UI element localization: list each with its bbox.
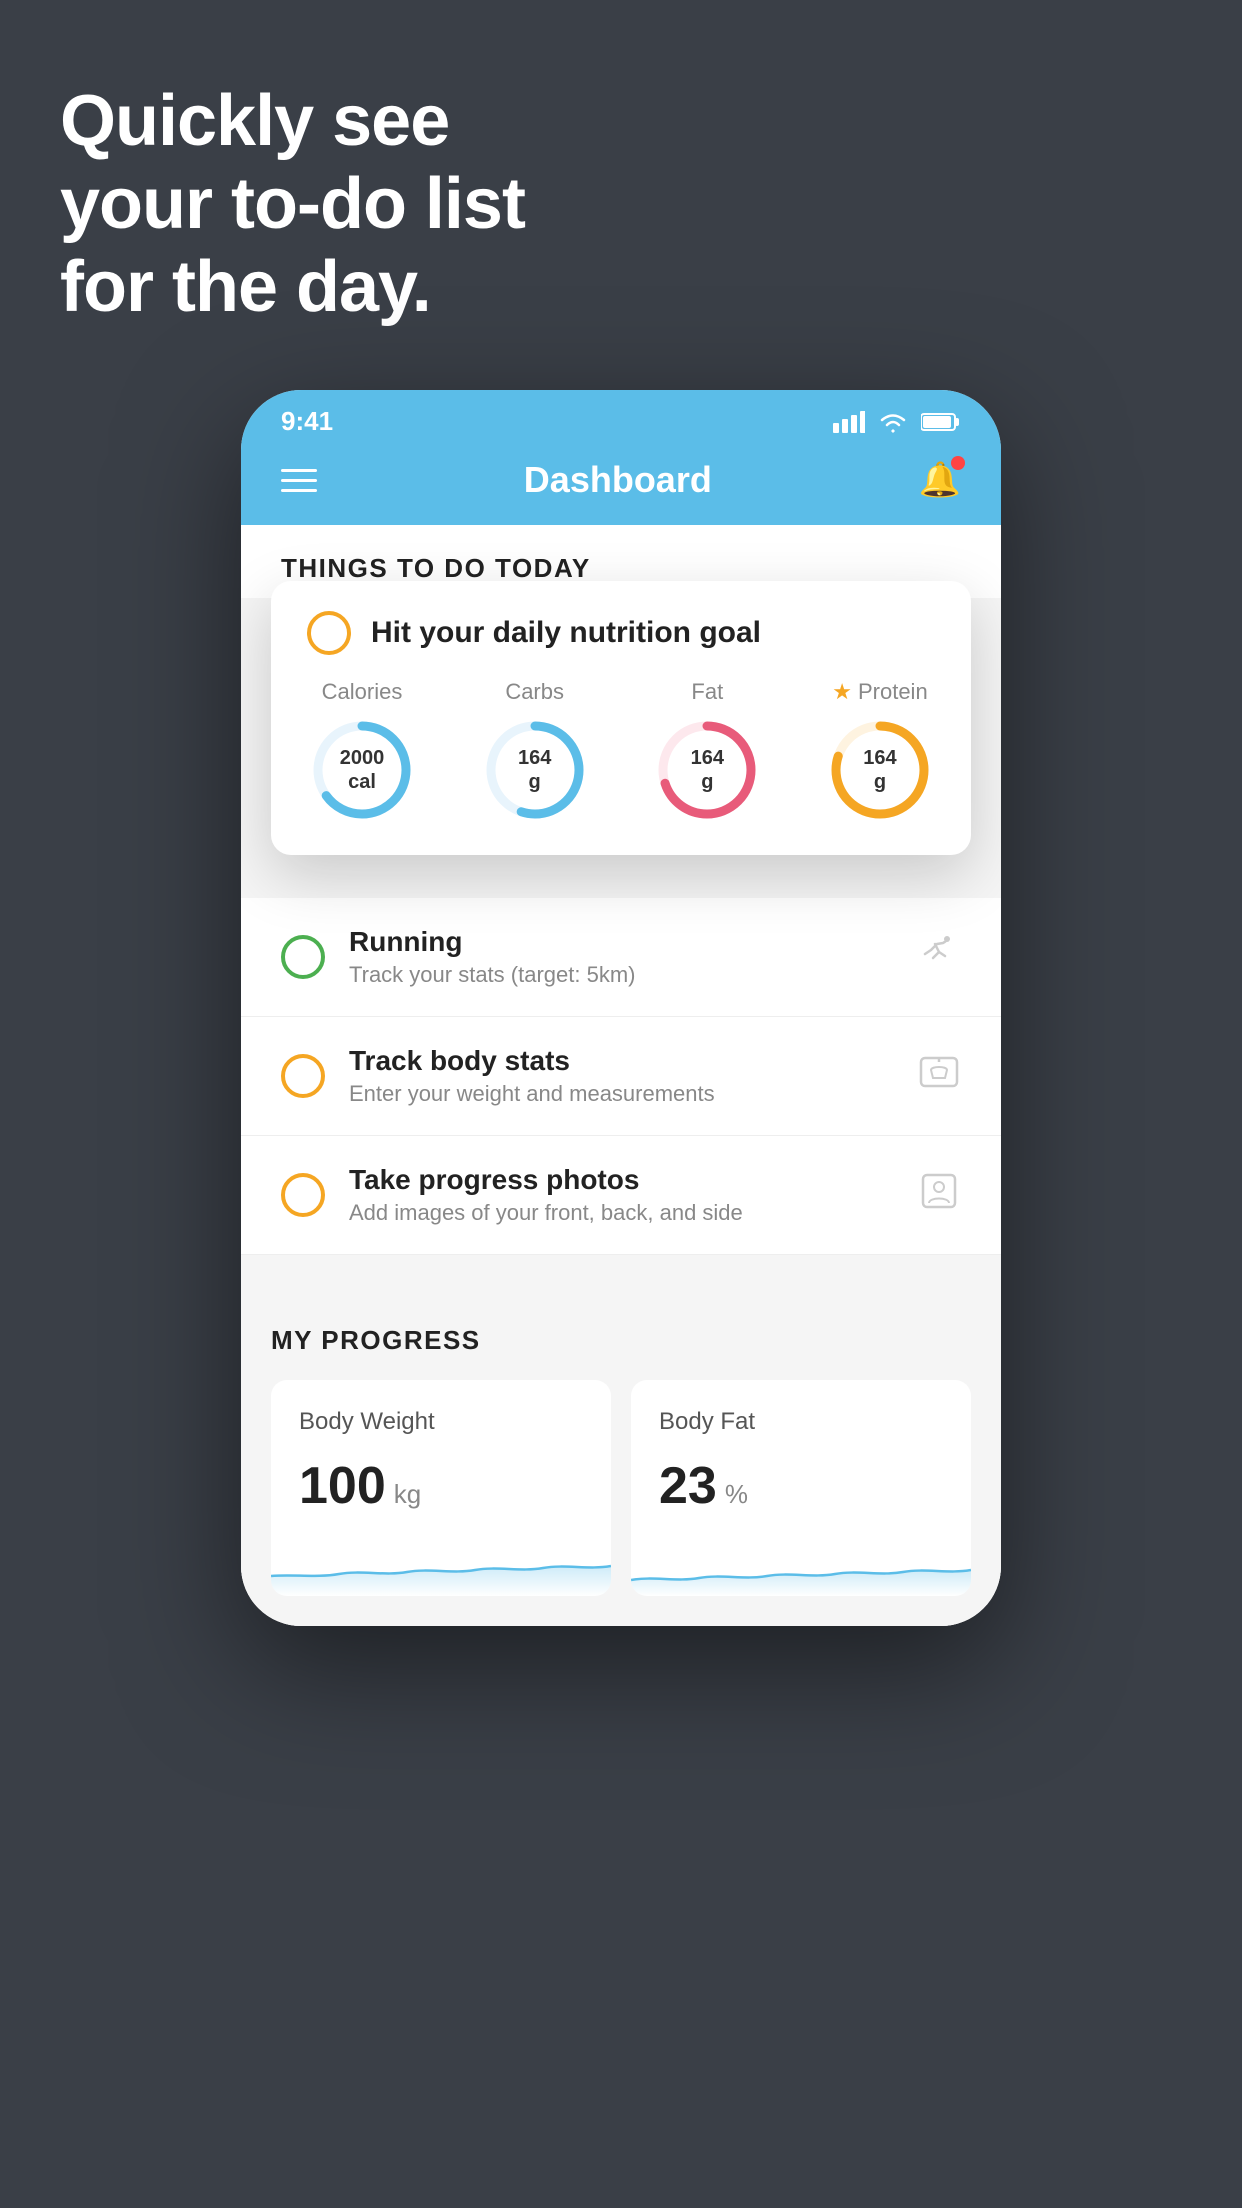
status-icons: [833, 411, 961, 433]
hero-line-3: for the day.: [60, 246, 525, 329]
protein-value: 164 g: [863, 746, 896, 794]
status-bar: 9:41: [241, 390, 1001, 445]
carbs-label: Carbs: [505, 679, 564, 705]
hero-line-1: Quickly see: [60, 80, 525, 163]
calories-label: Calories: [322, 679, 403, 705]
body-weight-value-row: 100 kg: [299, 1456, 583, 1516]
carbs-stat: Carbs 164 g: [480, 679, 590, 825]
protein-label-row: ★ Protein: [832, 679, 927, 705]
todo-circle-running: [281, 935, 325, 979]
todo-list: Running Track your stats (target: 5km) T…: [241, 898, 1001, 1255]
todo-title-photos: Take progress photos: [349, 1164, 893, 1196]
todo-title-running: Running: [349, 926, 893, 958]
todo-subtitle-photos: Add images of your front, back, and side: [349, 1200, 893, 1226]
carbs-value: 164 g: [518, 746, 551, 794]
notification-dot: [951, 456, 965, 470]
body-weight-card[interactable]: Body Weight 100 kg: [271, 1380, 611, 1596]
person-icon: [917, 1169, 961, 1222]
body-fat-chart: [631, 1536, 971, 1596]
todo-circle-body-stats: [281, 1054, 325, 1098]
body-fat-value-row: 23 %: [659, 1456, 943, 1516]
hamburger-line-3: [281, 489, 317, 492]
todo-item-photos[interactable]: Take progress photos Add images of your …: [241, 1136, 1001, 1255]
progress-section: MY PROGRESS Body Weight 100 kg: [241, 1285, 1001, 1626]
scale-icon: [917, 1050, 961, 1103]
hero-text: Quickly see your to-do list for the day.: [60, 80, 525, 328]
todo-circle-photos: [281, 1173, 325, 1217]
phone-frame: 9:41: [241, 390, 1001, 1626]
hamburger-line-2: [281, 479, 317, 482]
todo-item-body-stats[interactable]: Track body stats Enter your weight and m…: [241, 1017, 1001, 1136]
todo-text-photos: Take progress photos Add images of your …: [349, 1164, 893, 1226]
body-fat-card-title: Body Fat: [659, 1408, 943, 1436]
body-weight-chart: [271, 1536, 611, 1596]
notification-button[interactable]: 🔔: [919, 460, 961, 500]
todo-subtitle-body-stats: Enter your weight and measurements: [349, 1081, 893, 1107]
wifi-icon: [877, 411, 909, 433]
calories-value: 2000 cal: [340, 746, 385, 794]
protein-circle: 164 g: [825, 715, 935, 825]
hamburger-line-1: [281, 469, 317, 472]
fat-value: 164 g: [691, 746, 724, 794]
nutrition-circle-radio[interactable]: [307, 611, 351, 655]
nutrition-goal-title: Hit your daily nutrition goal: [371, 616, 761, 650]
signal-icon: [833, 411, 865, 433]
todo-title-body-stats: Track body stats: [349, 1045, 893, 1077]
progress-cards: Body Weight 100 kg: [271, 1380, 971, 1596]
header-title: Dashboard: [524, 459, 712, 501]
nutrition-goal-header: Hit your daily nutrition goal: [307, 611, 935, 655]
todo-subtitle-running: Track your stats (target: 5km): [349, 962, 893, 988]
calories-stat: Calories 2000 cal: [307, 679, 417, 825]
app-header: Dashboard 🔔: [241, 445, 1001, 525]
nutrition-stats-row: Calories 2000 cal Carbs: [307, 679, 935, 825]
protein-stat: ★ Protein 164 g: [825, 679, 935, 825]
body-fat-value: 23: [659, 1456, 717, 1516]
calories-circle: 2000 cal: [307, 715, 417, 825]
todo-text-running: Running Track your stats (target: 5km): [349, 926, 893, 988]
todo-text-body-stats: Track body stats Enter your weight and m…: [349, 1045, 893, 1107]
fat-circle: 164 g: [652, 715, 762, 825]
star-icon: ★: [832, 679, 852, 705]
todo-item-running[interactable]: Running Track your stats (target: 5km): [241, 898, 1001, 1017]
protein-label: Protein: [858, 679, 928, 705]
body-weight-unit: kg: [394, 1479, 421, 1510]
body-fat-card[interactable]: Body Fat 23 %: [631, 1380, 971, 1596]
running-icon: [917, 936, 961, 979]
fat-stat: Fat 164 g: [652, 679, 762, 825]
hamburger-button[interactable]: [281, 469, 317, 492]
nutrition-card[interactable]: Hit your daily nutrition goal Calories 2…: [271, 581, 971, 855]
status-time: 9:41: [281, 406, 333, 437]
progress-title: MY PROGRESS: [271, 1325, 971, 1356]
main-content: THINGS TO DO TODAY Hit your daily nutrit…: [241, 525, 1001, 1626]
body-weight-value: 100: [299, 1456, 386, 1516]
carbs-circle: 164 g: [480, 715, 590, 825]
hero-line-2: your to-do list: [60, 163, 525, 246]
body-fat-unit: %: [725, 1479, 748, 1510]
fat-label: Fat: [691, 679, 723, 705]
battery-icon: [921, 412, 961, 432]
body-weight-card-title: Body Weight: [299, 1408, 583, 1436]
